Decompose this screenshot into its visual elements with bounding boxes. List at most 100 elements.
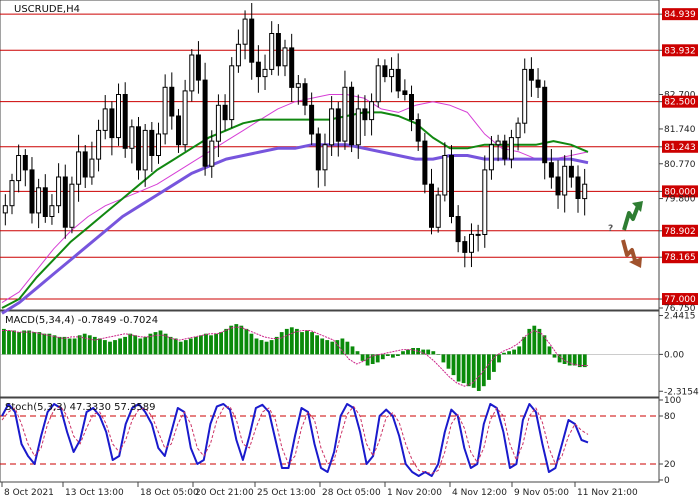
time-tick-label: 11 Nov 21:00: [577, 488, 638, 498]
candle-body: [229, 65, 235, 121]
candle-body: [122, 94, 128, 149]
macd-bar: [209, 335, 213, 355]
candle-body: [176, 115, 181, 146]
macd-bar: [113, 340, 117, 355]
macd-bar: [396, 354, 400, 356]
macd-bar: [350, 346, 355, 355]
candle-body: [415, 119, 421, 142]
candle-body: [282, 47, 288, 67]
candle-body: [242, 18, 248, 45]
candle-body: [22, 155, 28, 171]
macd-bar: [199, 335, 203, 355]
macd-bar: [380, 354, 385, 360]
candle-body: [475, 233, 481, 236]
macd-bar: [239, 325, 244, 355]
candle-body: [249, 18, 255, 63]
candle-body: [309, 104, 315, 135]
macd-bar: [17, 332, 21, 355]
macd-bar: [229, 325, 234, 355]
candle-body: [2, 205, 8, 214]
candle-body: [162, 86, 168, 135]
macd-bar: [446, 354, 451, 369]
candle-body: [395, 68, 401, 92]
price-tick-label: 79.800: [664, 195, 696, 205]
candle-body: [375, 65, 381, 103]
candle-body: [522, 68, 528, 124]
candle-body: [29, 169, 35, 214]
candle-body: [129, 126, 135, 149]
price-level-label: 81.243: [664, 143, 696, 153]
candle-body: [289, 47, 295, 88]
macd-bar: [512, 349, 516, 355]
main-title: USCRUDE,H4: [14, 4, 80, 15]
stoch-tick-label: 100: [664, 396, 681, 406]
time-tick-label: 1 Nov 20:00: [387, 488, 442, 498]
macd-bar: [183, 340, 188, 355]
macd-bar: [517, 346, 522, 355]
candle-body: [508, 137, 514, 160]
macd-bar: [249, 333, 254, 355]
candle-body: [215, 104, 221, 142]
macd-bar: [492, 354, 496, 372]
macd-bar: [451, 354, 456, 376]
macd-bar: [547, 346, 552, 355]
macd-bar: [284, 328, 289, 355]
candle-body: [69, 183, 75, 228]
candle-body: [568, 165, 574, 178]
macd-bar: [52, 335, 57, 355]
candle-body: [342, 86, 348, 142]
candle-body: [382, 65, 388, 78]
macd-bar: [67, 338, 72, 355]
candle-body: [82, 151, 88, 178]
macd-bar: [224, 328, 229, 355]
macd-bar: [461, 354, 466, 384]
candle-body: [269, 33, 275, 70]
candle-body: [169, 86, 175, 117]
macd-bar: [411, 348, 415, 355]
candle-body: [275, 33, 281, 67]
macd-tick-label: 0.00: [664, 350, 684, 360]
price-tick-label: 80.770: [664, 160, 696, 170]
macd-bar: [158, 330, 163, 355]
macd-bar: [22, 330, 26, 355]
macd-bar: [310, 332, 314, 355]
macd-bar: [214, 333, 218, 355]
macd-bar: [82, 333, 87, 355]
macd-bar: [269, 340, 274, 355]
macd-bar: [391, 354, 395, 358]
candle-body: [195, 54, 201, 81]
macd-bar: [259, 340, 264, 355]
macd-bar: [254, 338, 259, 355]
stoch-title: Stoch(5,3,3) 47.3330 57.3589: [5, 402, 156, 413]
candle-body: [349, 86, 355, 146]
price-level-label: 78.165: [664, 253, 696, 263]
macd-bar: [62, 336, 67, 355]
time-tick-label: 20 Oct 21:00: [195, 488, 254, 498]
candle-body: [209, 140, 215, 167]
candle-body: [42, 187, 48, 218]
time-tick-label: 13 Oct 13:00: [65, 488, 124, 498]
macd-bar: [487, 354, 491, 380]
macd-bar: [315, 335, 319, 355]
time-axis: 8 Oct 2021 13 Oct 13:00 18 Oct 05:0020 Oct…: [1, 482, 638, 498]
stoch-axis: 100 80 20 0: [659, 396, 681, 486]
macd-bar: [133, 335, 138, 355]
candle-body: [535, 79, 541, 88]
macd-bar: [502, 352, 506, 355]
macd-bar: [27, 330, 32, 355]
macd-bar: [274, 336, 279, 355]
candle-body: [156, 133, 161, 156]
macd-bar: [12, 330, 16, 355]
macd-bar: [138, 338, 143, 355]
candle-body: [96, 129, 102, 160]
time-tick-label: 25 Oct 13:00: [257, 488, 316, 498]
candle-body: [495, 140, 501, 146]
macd-title: MACD(5,34,4) -0.7849 -0.7024: [5, 315, 158, 326]
macd-bar: [77, 335, 82, 355]
candle-body: [555, 176, 561, 196]
macd-bar: [188, 338, 193, 355]
candle-body: [482, 169, 488, 235]
macd-bar: [194, 336, 198, 355]
macd-bar: [128, 333, 133, 355]
candle-body: [422, 140, 428, 185]
